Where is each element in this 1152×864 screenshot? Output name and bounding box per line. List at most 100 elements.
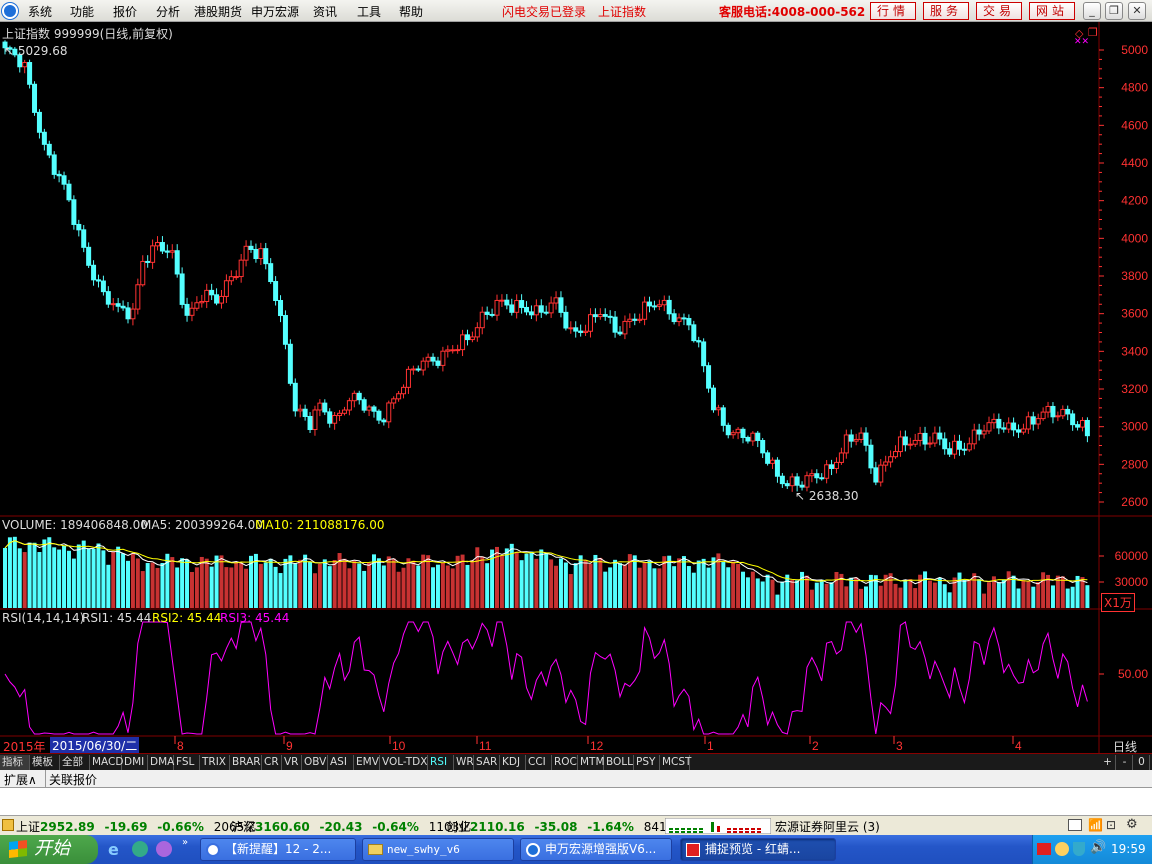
indicator-cci[interactable]: CCI (526, 755, 552, 770)
tab-extend[interactable]: 扩展∧ (4, 771, 37, 788)
candle-body (474, 327, 480, 338)
indicator-control-plus[interactable]: + (1100, 755, 1116, 770)
indicator-vol-tdx[interactable]: VOL-TDX (380, 755, 428, 770)
task-capture[interactable]: 捕捉预览 - 红蜻... (680, 838, 836, 861)
candle-body (784, 483, 790, 487)
signal-icon[interactable]: 📶 (1088, 818, 1103, 832)
task-forum[interactable]: 【新提醒】12 - 2... (200, 838, 356, 861)
volume-bar (962, 579, 967, 608)
candle-body (155, 242, 161, 247)
volume-bar (76, 544, 81, 608)
indicator-control-minus[interactable]: - (1117, 755, 1133, 770)
volume-bar (450, 568, 455, 608)
candle-body (1055, 415, 1061, 418)
indicator-mtm[interactable]: MTM (578, 755, 605, 770)
indicator-mcst[interactable]: MCST (660, 755, 691, 770)
tab-website[interactable]: 网站 (1029, 2, 1075, 20)
volume-bar (573, 563, 578, 608)
tab-market[interactable]: 行情 (870, 2, 916, 20)
hs-index-group[interactable]: 沪深3160.60 -20.43 -0.64% 1103亿 (231, 818, 471, 835)
indicator-kdj[interactable]: KDJ (500, 755, 526, 770)
clock: 19:59 (1111, 842, 1146, 856)
candle-body (1079, 419, 1085, 428)
ie-icon[interactable]: e (108, 840, 119, 859)
indicator-roc[interactable]: ROC (552, 755, 578, 770)
indicator-trix[interactable]: TRIX (200, 755, 230, 770)
menu-item-help[interactable]: 帮助 (399, 3, 423, 20)
candle-body (81, 229, 87, 248)
indicator-dma[interactable]: DMA (148, 755, 174, 770)
tray-avatar-icon[interactable] (1055, 842, 1069, 856)
indicator-rsi[interactable]: RSI (428, 755, 454, 770)
tray-security-icon[interactable] (1073, 842, 1085, 856)
indicator-psy[interactable]: PSY (634, 755, 660, 770)
volume-bar (977, 579, 982, 608)
candle-body (253, 248, 259, 260)
chart-area[interactable]: 5000 4800 4600 4400 4200 4000 3800 3600 3400 3200… (0, 22, 1152, 755)
menu-item-news[interactable]: 资讯 (313, 3, 337, 20)
volume-bar (189, 571, 194, 608)
indicator-vr[interactable]: VR (282, 755, 302, 770)
status-icon[interactable] (2, 819, 14, 831)
message-icon[interactable] (1068, 819, 1082, 831)
price-tick-label: 3200 (1121, 382, 1148, 396)
media-icon[interactable] (156, 841, 172, 857)
indicator-asi[interactable]: ASI (328, 755, 354, 770)
indicator-wr[interactable]: WR (454, 755, 474, 770)
market-breadth-icon[interactable] (665, 818, 771, 834)
task-folder[interactable]: new_swhy_v6 (362, 838, 514, 861)
indicator-sar[interactable]: SAR (474, 755, 500, 770)
indicator-cr[interactable]: CR (262, 755, 282, 770)
tab-template[interactable]: 模板 (30, 755, 60, 770)
candle-body (66, 183, 72, 201)
start-button[interactable]: 开始 (0, 835, 98, 864)
restore-icon[interactable]: ❐ (1105, 2, 1123, 20)
sh-index-group[interactable]: 上证2952.89 -19.69 -0.66% 2065亿 (16, 818, 256, 835)
tab-trade[interactable]: 交易 (976, 2, 1022, 20)
tab-service[interactable]: 服务 (923, 2, 969, 20)
indicator-obv[interactable]: OBV (302, 755, 328, 770)
settings-icon[interactable]: ⚙ (1126, 817, 1138, 832)
menu-item-system[interactable]: 系统 (28, 3, 52, 20)
app-logo-icon[interactable] (2, 3, 18, 19)
candle-body (366, 406, 372, 411)
quicklaunch-more-icon[interactable]: » (182, 837, 188, 848)
volume-tick-label: 60000 (1115, 549, 1149, 563)
kline-chart-svg[interactable]: 5000 4800 4600 4400 4200 4000 3800 3600 3400 3200… (0, 22, 1152, 755)
indicator-macd[interactable]: MACD (90, 755, 123, 770)
candle-body (966, 443, 972, 451)
candle-body (91, 264, 97, 281)
close-icon[interactable]: ✕ (1128, 2, 1146, 20)
window-mini-icon[interactable]: ❐ (1088, 26, 1098, 39)
tab-indicator[interactable]: 指标 (0, 755, 30, 770)
tab-related-quote[interactable]: 关联报价 (49, 771, 97, 788)
candle-body (829, 464, 835, 469)
tray-volume-icon[interactable]: 🔊 (1090, 840, 1106, 855)
menu-item-function[interactable]: 功能 (70, 3, 94, 20)
candle-body (410, 368, 416, 371)
candle-body (115, 303, 121, 307)
candle-body (568, 327, 574, 330)
indicator-emv[interactable]: EMV (354, 755, 380, 770)
menu-item-tools[interactable]: 工具 (357, 3, 381, 20)
indicator-brar[interactable]: BRAR (230, 755, 262, 770)
menu-item-hk-futures[interactable]: 港股期货 (194, 3, 242, 20)
indicator-boll[interactable]: BOLL (604, 755, 634, 770)
candle-body (794, 476, 800, 486)
tray-flag-icon[interactable] (1037, 843, 1051, 855)
browser-icon[interactable] (132, 841, 148, 857)
broker-server[interactable]: 宏源证券阿里云 (3) (775, 818, 880, 835)
task-swhy[interactable]: 申万宏源增强版V6... (520, 838, 672, 861)
menu-item-swhy[interactable]: 申万宏源 (251, 3, 299, 20)
menu-item-analysis[interactable]: 分析 (156, 3, 180, 20)
tab-all[interactable]: 全部 (60, 755, 90, 770)
indicator-dmi[interactable]: DMI (122, 755, 148, 770)
lock-icon[interactable]: ⊡ (1106, 818, 1116, 832)
volume-bar (362, 570, 367, 608)
minimize-icon[interactable]: _ (1083, 2, 1101, 20)
indicator-control-zero[interactable]: 0 (1134, 755, 1150, 770)
menu-item-quote[interactable]: 报价 (113, 3, 137, 20)
volume-bar (539, 549, 544, 608)
indicator-fsl[interactable]: FSL (174, 755, 200, 770)
cy-index-group[interactable]: 创业2110.16 -35.08 -1.64% 841.9亿 (446, 818, 690, 835)
